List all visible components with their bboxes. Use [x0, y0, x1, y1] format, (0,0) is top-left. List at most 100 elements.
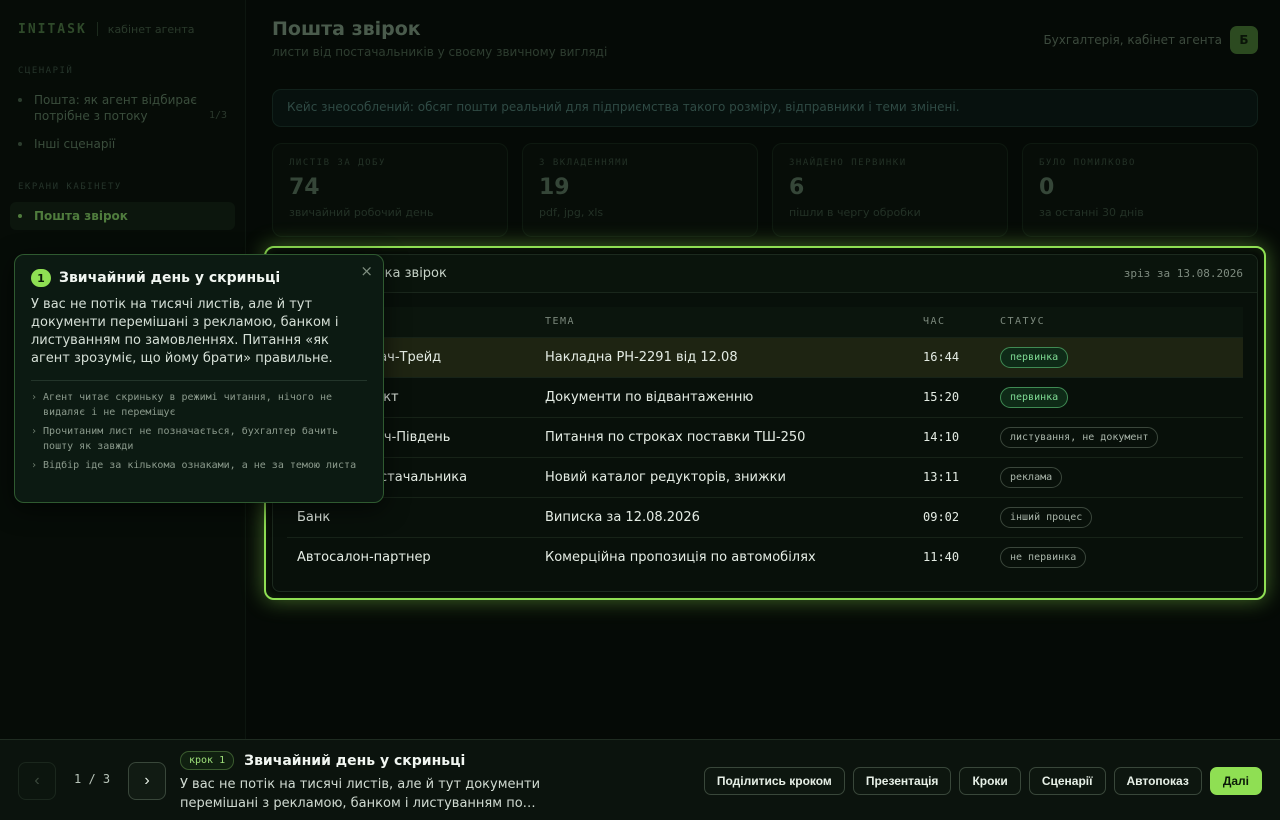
mail-sender: Банк: [287, 496, 535, 537]
stat-hint: за останні 30 днів: [1039, 206, 1144, 219]
sidebar-section-screens: ЕКРАНИ КАБІНЕТУ: [18, 182, 122, 192]
next-button[interactable]: Далі: [1209, 767, 1262, 795]
brand-subtitle: кабінет агента: [107, 22, 195, 36]
stat-hint: пішли в чергу обробки: [789, 206, 921, 219]
brand-logo: INITASK: [18, 21, 87, 37]
table-row[interactable]: Розсилка постачальника Новий каталог ред…: [287, 456, 1243, 497]
table-row[interactable]: Промкомплект Документи по відвантаженню …: [287, 376, 1243, 417]
column-header-subject[interactable]: ТЕМА: [535, 307, 913, 337]
sidebar-item-label: Пошта: як агент відбирає потрібне з пото…: [34, 93, 197, 123]
step-tag: крок 1: [180, 751, 235, 770]
bullet-text: Прочитаним лист не позначається, бухгалт…: [43, 426, 339, 452]
mail-status-cell: не первинка: [990, 536, 1243, 577]
step-counter: 1 / 3: [74, 772, 111, 786]
stat-label: ЗНАЙДЕНО ПЕРВИНКИ: [789, 158, 907, 168]
close-icon[interactable]: ×: [360, 262, 373, 280]
mail-time: 13:11: [913, 456, 990, 497]
stat-card-letters: ЛИСТІВ ЗА ДОБУ 74 звичайний робочий день: [272, 143, 508, 237]
steps-button[interactable]: Кроки: [959, 767, 1021, 795]
autoplay-button[interactable]: Автопоказ: [1113, 767, 1202, 795]
bullet-icon: [18, 214, 22, 218]
list-item: › Прочитаним лист не позначається, бухгал…: [31, 424, 367, 454]
mail-subject: Новий каталог редукторів, знижки: [535, 456, 913, 497]
bullet-icon: [18, 142, 22, 146]
page-subtitle: листи від постачальників у своєму звично…: [272, 45, 608, 59]
stat-value: 19: [539, 175, 570, 200]
popover-body: У вас не потік на тисячі листів, але й т…: [31, 297, 339, 366]
page-title: Пошта звірок: [272, 18, 421, 40]
mail-status-cell: первинка: [990, 336, 1243, 377]
bullet-icon: [18, 98, 22, 102]
chevron-right-icon: ›: [31, 460, 38, 471]
mail-status-cell: інший процес: [990, 496, 1243, 537]
brand-row: INITASK кабінет агента: [10, 16, 235, 42]
popover-header: 1 Звичайний день у скриньці: [31, 269, 367, 287]
mail-inbox-card: Вхідна скринька звірок зріз за 13.08.202…: [272, 254, 1258, 592]
mail-time: 16:44: [913, 336, 990, 377]
mail-subject: Документи по відвантаженню: [535, 376, 913, 417]
step-number-badge: 1: [31, 269, 51, 287]
sidebar-item-other-scenarios[interactable]: Інші сценарії: [10, 130, 235, 158]
stat-label: БУЛО ПОМИЛКОВО: [1039, 158, 1136, 168]
tour-actions: Поділитись кроком Презентація Кроки Сцен…: [703, 767, 1262, 795]
scenarios-button[interactable]: Сценарії: [1028, 767, 1106, 795]
share-step-button[interactable]: Поділитись кроком: [703, 767, 845, 795]
chevron-right-icon: ›: [31, 392, 38, 403]
table-row[interactable]: Металопостач-Трейд Накладна РН-2291 від …: [287, 336, 1243, 377]
next-step-button[interactable]: ›: [128, 762, 166, 800]
mail-subject: Накладна РН-2291 від 12.08: [535, 336, 913, 377]
step-title: Звичайний день у скриньці: [244, 752, 466, 769]
mail-table-wrap: ВІДПРАВНИК ТЕМА ЧАС СТАТУС Металопостач-…: [273, 293, 1257, 577]
column-header-status[interactable]: СТАТУС: [990, 307, 1243, 337]
avatar[interactable]: Б: [1230, 26, 1258, 54]
bullet-text: Агент читає скриньку в режимі читання, н…: [43, 392, 333, 418]
step-text: У вас не потік на тисячі листів, але й т…: [180, 777, 541, 811]
stat-card-errors: БУЛО ПОМИЛКОВО 0 за останні 30 днів: [1022, 143, 1258, 237]
mail-subject: Комерційна пропозиція по автомобілях: [535, 536, 913, 577]
stats-row: ЛИСТІВ ЗА ДОБУ 74 звичайний робочий день…: [272, 143, 1258, 237]
sidebar-section-scenarios: СЦЕНАРІЙ: [18, 66, 74, 76]
list-item: › Відбір іде за кількома ознаками, а не з…: [31, 458, 367, 473]
brand-divider: [96, 22, 98, 36]
info-notice: Кейс знеособлений: обсяг пошти реальний …: [272, 89, 1258, 127]
presentation-button[interactable]: Презентація: [852, 767, 952, 795]
mail-status-cell: листування, не документ: [990, 416, 1243, 457]
table-row[interactable]: Енергопостач-Південь Питання по строках …: [287, 416, 1243, 457]
account-label: Бухгалтерія, кабінет агента: [1043, 33, 1222, 47]
bullet-text: Відбір іде за кількома ознаками, а не за…: [43, 460, 357, 471]
mail-time: 14:10: [913, 416, 990, 457]
mail-sender: Автосалон-партнер: [287, 536, 535, 577]
prev-step-button[interactable]: ‹: [18, 762, 56, 800]
tour-bottom-bar: ‹ 1 / 3 › крок 1 Звичайний день у скринь…: [0, 739, 1280, 820]
sidebar-item-label: Пошта звірок: [34, 209, 128, 223]
stat-value: 6: [789, 175, 805, 200]
popover-divider: [31, 380, 367, 381]
sidebar-item-mail-scenario[interactable]: Пошта: як агент відбирає потрібне з пото…: [10, 86, 235, 130]
tour-popover: × 1 Звичайний день у скриньці У вас не п…: [14, 254, 384, 503]
status-badge: реклама: [1000, 466, 1063, 488]
status-badge: інший процес: [1000, 506, 1093, 528]
table-row[interactable]: Банк Виписка за 12.08.2026 09:02 інший п…: [287, 496, 1243, 537]
status-badge: первинка: [1000, 346, 1069, 368]
stat-value: 74: [289, 175, 320, 200]
stat-card-attachments: З ВКЛАДЕННЯМИ 19 pdf, jpg, xls: [522, 143, 758, 237]
stat-label: ЛИСТІВ ЗА ДОБУ: [289, 158, 386, 168]
sidebar-item-mail[interactable]: Пошта звірок: [10, 202, 235, 230]
status-badge: не первинка: [1000, 546, 1087, 568]
step-header: крок 1 Звичайний день у скриньці: [180, 751, 620, 770]
popover-title: Звичайний день у скриньці: [59, 270, 281, 286]
list-item: › Агент читає скриньку в режимі читання, …: [31, 390, 367, 420]
stat-label: З ВКЛАДЕННЯМИ: [539, 158, 629, 168]
stat-value: 0: [1039, 175, 1055, 200]
mail-subject: Питання по строках поставки ТШ-250: [535, 416, 913, 457]
account-menu[interactable]: Бухгалтерія, кабінет агента Б: [1043, 26, 1258, 54]
sidebar-item-label: Інші сценарії: [34, 137, 116, 151]
mail-time: 11:40: [913, 536, 990, 577]
table-row[interactable]: Автосалон-партнер Комерційна пропозиція …: [287, 536, 1243, 577]
step-info: крок 1 Звичайний день у скриньці У вас н…: [180, 751, 620, 813]
column-header-time[interactable]: ЧАС: [913, 307, 990, 337]
mail-status-cell: первинка: [990, 376, 1243, 417]
mail-table: ВІДПРАВНИК ТЕМА ЧАС СТАТУС Металопостач-…: [287, 307, 1243, 577]
mail-time: 15:20: [913, 376, 990, 417]
table-header-row: ВІДПРАВНИК ТЕМА ЧАС СТАТУС: [287, 307, 1243, 337]
